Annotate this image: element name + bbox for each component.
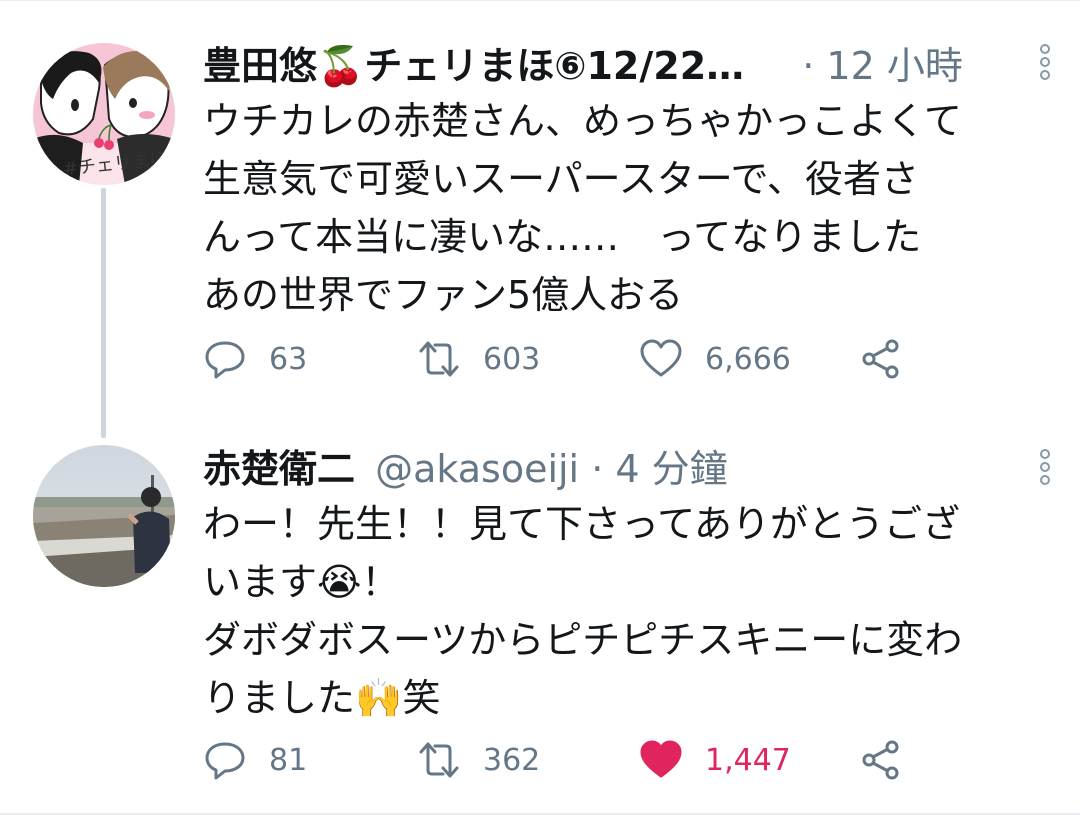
heart-icon xyxy=(640,339,682,377)
meta-separator: · xyxy=(802,44,815,88)
reply-button[interactable]: 63 xyxy=(203,334,307,384)
avatar-toyota-yu[interactable]: #チェリまほ xyxy=(33,43,175,185)
tweet-text-line: わー！先生！！見て下さってありがとうござ xyxy=(203,502,960,546)
retweet-button[interactable]: 603 xyxy=(417,334,540,384)
handle[interactable]: @akasoeiji xyxy=(375,447,579,491)
tweet-text-line: りました🙌笑 xyxy=(203,676,441,720)
tweet-header: 赤楚衛二 @akasoeiji · 4 分鐘 xyxy=(203,443,1050,495)
tweet-actions: 63 603 6,666 xyxy=(203,334,963,384)
tweet-text-line: ウチカレの赤楚さん、めっちゃかっこよくて xyxy=(203,99,962,143)
tweet-1[interactable]: 豊田悠🍒チェリまほ⑥12/22… · 12 小時 ウチカレの赤楚さん、めっちゃか… xyxy=(203,40,1050,379)
reply-count: 63 xyxy=(269,341,308,377)
avatar-akasoeiji[interactable] xyxy=(33,445,175,587)
top-divider xyxy=(0,0,1080,1)
tweet-text: わー！先生！！見て下さってありがとうござ います😭！ ダボダボスーツからピチピチ… xyxy=(203,495,1040,727)
avatar-illustration: #チェリまほ xyxy=(33,43,175,185)
more-vertical-icon[interactable] xyxy=(1040,44,1050,84)
reply-count: 81 xyxy=(269,742,308,778)
like-button[interactable]: 1,447 xyxy=(639,735,791,785)
reply-icon xyxy=(205,341,245,379)
display-name[interactable]: 豊田悠🍒チェリまほ⑥12/22… xyxy=(203,40,744,92)
tweet-actions: 81 362 1,447 xyxy=(203,735,963,785)
timestamp[interactable]: 12 小時 xyxy=(826,44,962,88)
tweet-text: ウチカレの赤楚さん、めっちゃかっこよくて 生意気で可愛いスーパースターで、役者さ… xyxy=(203,92,1040,324)
timestamp[interactable]: 4 分鐘 xyxy=(615,447,727,491)
tweet-2[interactable]: 赤楚衛二 @akasoeiji · 4 分鐘 わー！先生！！見て下さってありがと… xyxy=(203,443,1050,780)
tweet-text-line: あの世界でファン5億人おる xyxy=(203,273,684,317)
retweet-icon xyxy=(419,742,459,778)
avatar-photo xyxy=(33,445,175,587)
share-icon xyxy=(862,339,899,379)
tweet-meta: @akasoeiji · 4 分鐘 xyxy=(367,443,728,495)
retweet-count: 362 xyxy=(483,742,541,778)
tweet-text-line: います😭！ xyxy=(203,560,400,604)
like-button[interactable]: 6,666 xyxy=(639,334,791,384)
display-name[interactable]: 赤楚衛二 xyxy=(203,443,355,495)
more-vertical-icon[interactable] xyxy=(1040,449,1050,489)
share-button[interactable] xyxy=(859,735,925,785)
like-count: 1,447 xyxy=(705,742,791,778)
share-button[interactable] xyxy=(859,334,925,384)
tweet-text-line: ダボダボスーツからピチピチスキニーに変わ xyxy=(203,618,963,662)
tweet-text-line: 生意気で可愛いスーパースターで、役者さ xyxy=(203,157,919,201)
reply-button[interactable]: 81 xyxy=(203,735,307,785)
heart-icon xyxy=(640,740,682,778)
retweet-button[interactable]: 362 xyxy=(417,735,540,785)
thread-connector-line xyxy=(101,188,106,438)
share-icon xyxy=(862,740,899,780)
meta-separator: · xyxy=(591,447,604,491)
like-count: 6,666 xyxy=(705,341,791,377)
reply-icon xyxy=(205,742,245,780)
retweet-icon xyxy=(419,341,459,377)
tweet-meta: · 12 小時 xyxy=(756,40,963,92)
tweet-header: 豊田悠🍒チェリまほ⑥12/22… · 12 小時 xyxy=(203,40,1050,92)
tweet-text-line: んって本当に凄いな…… ってなりました xyxy=(203,215,922,259)
retweet-count: 603 xyxy=(483,341,541,377)
